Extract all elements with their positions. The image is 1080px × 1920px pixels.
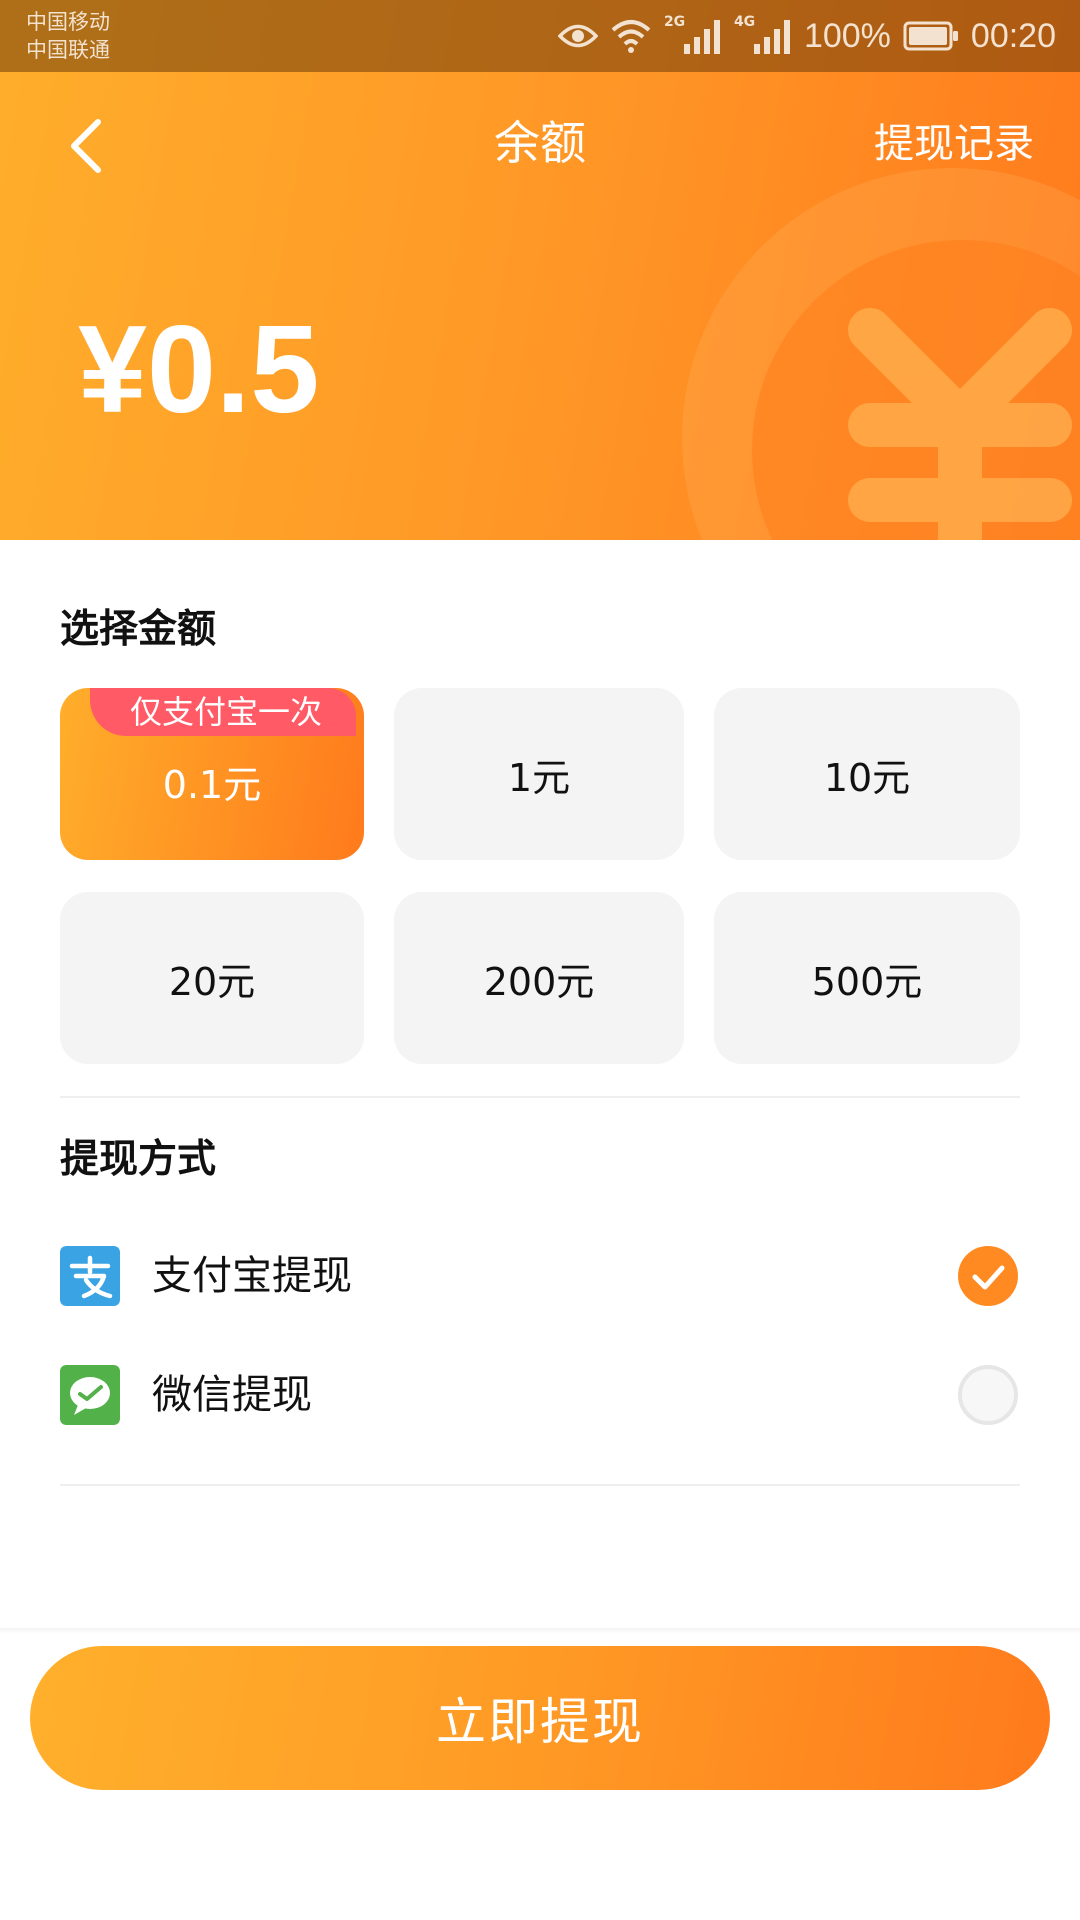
radio-unchecked[interactable] xyxy=(958,1365,1018,1425)
method-label: 支付宝提现 xyxy=(152,1253,352,1299)
signal-4g: 4G xyxy=(734,14,792,54)
amount-label: 10元 xyxy=(823,755,911,800)
method-wechat[interactable]: 微信提现 xyxy=(60,1350,1020,1440)
amount-option-0-1[interactable]: 仅支付宝一次 0.1元 xyxy=(60,688,364,860)
status-icons: 2G 4G 100% 00:20 xyxy=(557,14,1056,58)
clock: 00:20 xyxy=(970,16,1056,55)
radio-checked[interactable] xyxy=(958,1246,1018,1306)
yen-watermark-icon xyxy=(848,308,1072,540)
amount-label: 200元 xyxy=(483,959,595,1004)
wifi-icon xyxy=(611,20,651,53)
amount-label: 20元 xyxy=(168,959,256,1004)
battery-level: 100% xyxy=(803,16,891,55)
signal-2g: 2G xyxy=(664,14,722,54)
status-bar: 中国移动 中国联通 2G 4G 100% 00:20 xyxy=(0,0,1080,72)
carrier-info: 中国移动 中国联通 xyxy=(26,8,110,64)
withdraw-history-link[interactable]: 提现记录 xyxy=(874,116,1034,172)
signal-icon xyxy=(753,20,790,54)
balance-header: 中国移动 中国联通 2G 4G 100% 00:20 余额 提现记录 ¥0.5 xyxy=(0,0,1080,540)
chevron-left-icon xyxy=(71,119,101,173)
back-button[interactable] xyxy=(62,116,112,176)
eye-icon xyxy=(557,24,598,48)
amount-option-200[interactable]: 200元 xyxy=(394,892,684,1064)
check-icon xyxy=(972,1265,1005,1290)
wechat-icon xyxy=(60,1365,120,1425)
battery-icon xyxy=(903,21,958,51)
amount-option-1[interactable]: 1元 xyxy=(394,688,684,860)
section-divider xyxy=(60,1096,1020,1098)
carrier-label-2: 中国联通 xyxy=(26,38,110,62)
alipay-icon xyxy=(60,1246,120,1306)
alipay-once-badge: 仅支付宝一次 xyxy=(90,688,357,736)
amount-label: 500元 xyxy=(811,959,923,1004)
amount-section-title: 选择金额 xyxy=(60,607,217,652)
signal-icon xyxy=(683,20,720,54)
amount-option-500[interactable]: 500元 xyxy=(714,892,1020,1064)
withdraw-now-button[interactable]: 立即提现 xyxy=(30,1646,1050,1790)
amount-option-20[interactable]: 20元 xyxy=(60,892,364,1064)
section-divider xyxy=(60,1484,1020,1486)
balance-amount: ¥0.5 xyxy=(78,301,320,439)
amount-option-10[interactable]: 10元 xyxy=(714,688,1020,860)
network-type-4g: 4G xyxy=(733,14,756,30)
amount-label: 1元 xyxy=(507,755,571,800)
amount-options: 仅支付宝一次 0.1元 1元 10元 20元 200元 500元 xyxy=(60,688,1020,1066)
network-type-2g: 2G xyxy=(663,14,686,30)
method-section-title: 提现方式 xyxy=(60,1137,217,1182)
method-alipay[interactable]: 支付宝提现 xyxy=(60,1231,1020,1321)
carrier-label-1: 中国移动 xyxy=(26,10,110,34)
bottom-separator xyxy=(0,1628,1080,1634)
method-label: 微信提现 xyxy=(152,1372,312,1418)
amount-label: 0.1元 xyxy=(162,762,262,807)
